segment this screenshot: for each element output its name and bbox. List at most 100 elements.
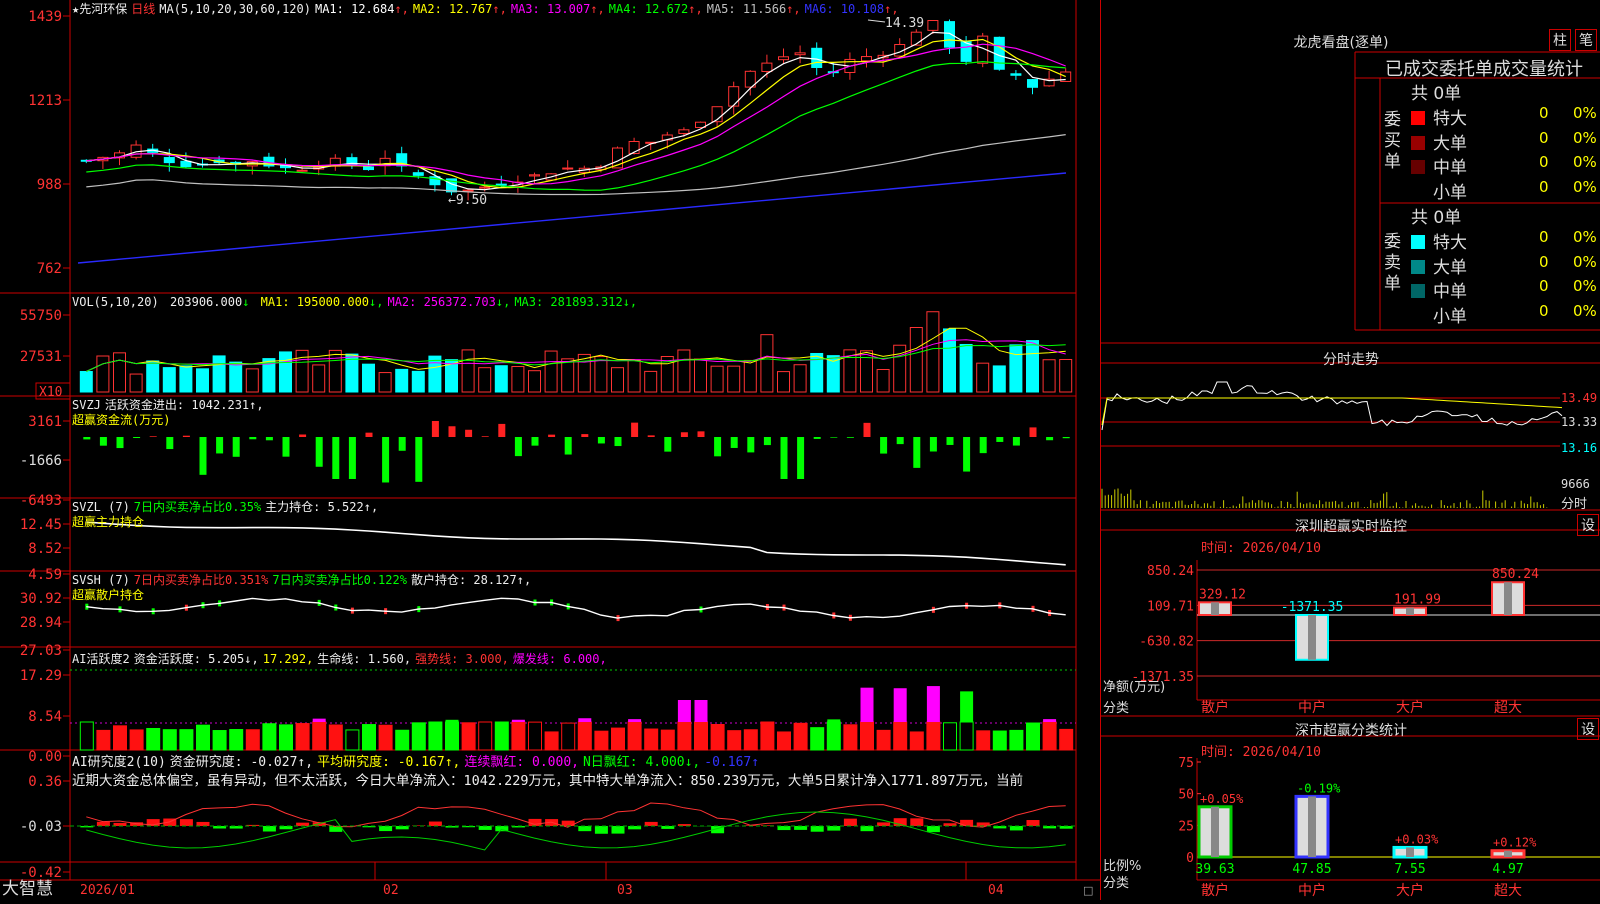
activity-bar bbox=[861, 722, 874, 750]
ma-label: MA(5,10,20,30,60,120) bbox=[159, 2, 311, 16]
longhu-title: 龙虎看盘(逐单) bbox=[1241, 32, 1441, 52]
classify-value-2: 7.55 bbox=[1394, 862, 1425, 877]
ma-value-1: MA1: 12.684 bbox=[315, 2, 394, 16]
candle-body bbox=[729, 87, 739, 106]
flow-bar-negative bbox=[947, 437, 954, 445]
candle-body bbox=[762, 63, 772, 71]
volume-bar bbox=[1043, 360, 1055, 392]
activity-bar bbox=[695, 722, 708, 750]
activity-bar bbox=[130, 730, 143, 750]
stock-name[interactable]: ★先河环保 bbox=[72, 2, 127, 16]
flow-bar-negative bbox=[797, 437, 804, 479]
activity-bar bbox=[927, 722, 940, 750]
activity-bar-top bbox=[628, 719, 641, 722]
buy-count: 0 bbox=[1539, 129, 1549, 147]
ai2-commentary: 近期大资金总体偏空，虽有异动，但不太活跃，今日大单净流入：1042.229万元，… bbox=[72, 773, 1023, 789]
activity-bar bbox=[778, 732, 791, 750]
activity-bar bbox=[844, 725, 857, 750]
volume-bar bbox=[147, 361, 159, 392]
buy-row-0: 特大00% bbox=[1411, 104, 1600, 128]
activity-bar bbox=[512, 722, 525, 750]
activity-bar bbox=[811, 728, 824, 750]
flow-bar-positive bbox=[548, 435, 555, 437]
buy-row-2: 中单00% bbox=[1411, 153, 1600, 177]
longhu-subtitle: 已成交委托单成交量统计 bbox=[1385, 55, 1583, 81]
sell-label-char: 单 bbox=[1384, 274, 1404, 295]
flow-bar-positive bbox=[299, 434, 306, 437]
volume-bar bbox=[910, 328, 922, 393]
activity-bar bbox=[363, 725, 376, 750]
flow-bar-negative bbox=[814, 437, 821, 439]
flow-bar-positive bbox=[183, 436, 190, 437]
monitor-tick-2: -630.82 bbox=[1139, 635, 1194, 650]
flow-bar-negative bbox=[598, 437, 605, 443]
activity-bar bbox=[728, 731, 741, 750]
research-bar bbox=[379, 826, 392, 831]
sell-size-label: 小单 bbox=[1433, 307, 1467, 327]
activity-bar bbox=[147, 728, 160, 750]
research-bar bbox=[910, 818, 923, 826]
sell-count: 0 bbox=[1539, 302, 1549, 320]
volume-bar bbox=[529, 371, 541, 392]
intraday-price-line bbox=[1102, 382, 1562, 430]
tick-view-button[interactable]: 笔 bbox=[1575, 29, 1597, 51]
flow-bar-negative bbox=[1063, 437, 1070, 438]
flow-bar-positive bbox=[864, 423, 871, 437]
volume-bar bbox=[645, 371, 657, 392]
svsh-ratio1: 7日内买卖净占比0.351% bbox=[134, 573, 269, 587]
activity-bar bbox=[612, 728, 625, 750]
volume-bar bbox=[80, 372, 92, 392]
svzl-header: SVZL (7)7日内买卖净占比0.35%主力持仓: 5.522↑, 超赢主力持… bbox=[72, 500, 382, 530]
candle-body bbox=[994, 37, 1004, 69]
period-label[interactable]: 日线 bbox=[131, 2, 155, 16]
monitor-bar-shade bbox=[1504, 582, 1512, 615]
activity-bar-top bbox=[578, 718, 591, 722]
ma-value-6: MA6: 10.108 bbox=[805, 2, 884, 16]
activity-bar bbox=[944, 723, 957, 750]
activity-bar bbox=[97, 730, 110, 750]
flow-bar-negative bbox=[415, 437, 422, 482]
buy-total: 共 0单 bbox=[1411, 79, 1461, 103]
activity-bar bbox=[960, 722, 973, 750]
buy-label-char: 单 bbox=[1384, 152, 1404, 173]
flow-bar-negative bbox=[847, 437, 854, 438]
activity-bar bbox=[163, 730, 176, 750]
monitor-settings-button[interactable]: 设 bbox=[1577, 514, 1599, 536]
volume-bar bbox=[695, 359, 707, 392]
classify-category-2: 大户 bbox=[1396, 882, 1424, 899]
ai1-tick-2: 0.00 bbox=[28, 749, 62, 765]
column-view-button[interactable]: 柱 bbox=[1549, 29, 1571, 51]
intraday-vol-tick: 9666 bbox=[1561, 477, 1590, 491]
activity-bar bbox=[1027, 723, 1040, 750]
ma-arrow-4: ↑, bbox=[688, 2, 702, 16]
intraday-tick-0: 13.49 bbox=[1561, 391, 1597, 405]
sell-percent: 0% bbox=[1573, 277, 1597, 295]
buy-swatch bbox=[1411, 136, 1425, 150]
sell-size-label: 大单 bbox=[1433, 258, 1467, 278]
flow-bar-positive bbox=[366, 433, 373, 437]
research-bar bbox=[197, 822, 210, 826]
classify-tick-2: 25 bbox=[1178, 819, 1194, 834]
brand-label: 大智慧 bbox=[2, 880, 53, 898]
lock-icon[interactable]: □ bbox=[1083, 884, 1093, 897]
sell-row-1: 大单00% bbox=[1411, 253, 1600, 277]
research-bar bbox=[578, 826, 591, 831]
activity-bar bbox=[1043, 722, 1056, 750]
activity-bar bbox=[462, 723, 475, 750]
sell-total: 共 0单 bbox=[1411, 203, 1461, 227]
volume-bar bbox=[213, 356, 225, 392]
monitor-bar-shade bbox=[1211, 602, 1219, 615]
flow-bar-negative bbox=[615, 437, 622, 446]
classify-settings-button[interactable]: 设 bbox=[1577, 718, 1599, 740]
sell-count: 0 bbox=[1539, 228, 1549, 246]
buy-label-char: 委 bbox=[1384, 110, 1404, 131]
monitor-xlabel: 分类 bbox=[1103, 697, 1129, 716]
research-bar bbox=[960, 820, 973, 826]
vol-tick-0: 55750 bbox=[20, 308, 62, 324]
activity-bar-top bbox=[960, 691, 973, 722]
kline-area[interactable]: 1439121398876255750275313161-1666-649312… bbox=[0, 0, 1100, 900]
volume-bar bbox=[462, 350, 474, 392]
vol-arrow: ↓ bbox=[242, 295, 249, 309]
date-tick-3: 04 bbox=[988, 883, 1004, 898]
monitor-tick-1: 109.71 bbox=[1147, 599, 1194, 614]
